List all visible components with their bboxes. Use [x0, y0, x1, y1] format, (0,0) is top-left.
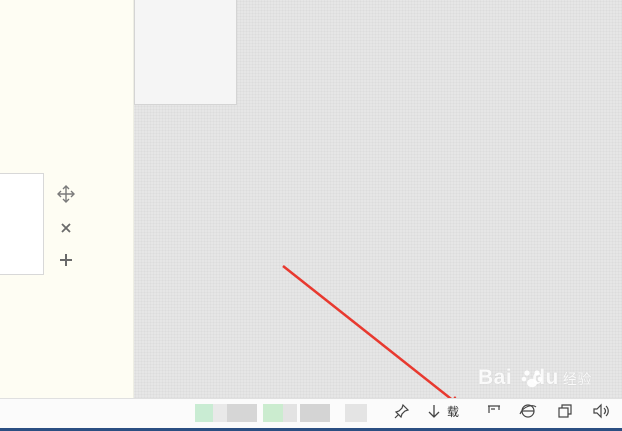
browser-icon[interactable] — [518, 401, 538, 421]
taskbar-item[interactable] — [300, 404, 330, 422]
pin-icon[interactable] — [392, 401, 412, 421]
download-label[interactable]: 载 — [447, 403, 459, 420]
taskbar-item[interactable] — [283, 404, 297, 422]
screen-icon[interactable] — [484, 401, 504, 421]
taskbar-item[interactable] — [213, 404, 227, 422]
paw-icon — [521, 370, 543, 388]
taskbar-item[interactable] — [345, 404, 367, 422]
download-icon[interactable] — [424, 401, 444, 421]
window-icon[interactable] — [555, 401, 575, 421]
volume-icon[interactable] — [591, 401, 611, 421]
watermark-sub: 经验 — [562, 371, 592, 387]
taskbar-item[interactable] — [195, 404, 213, 422]
taskbar-item[interactable] — [263, 404, 283, 422]
taskbar-item[interactable] — [227, 404, 257, 422]
watermark-brand: Bai — [478, 366, 513, 389]
